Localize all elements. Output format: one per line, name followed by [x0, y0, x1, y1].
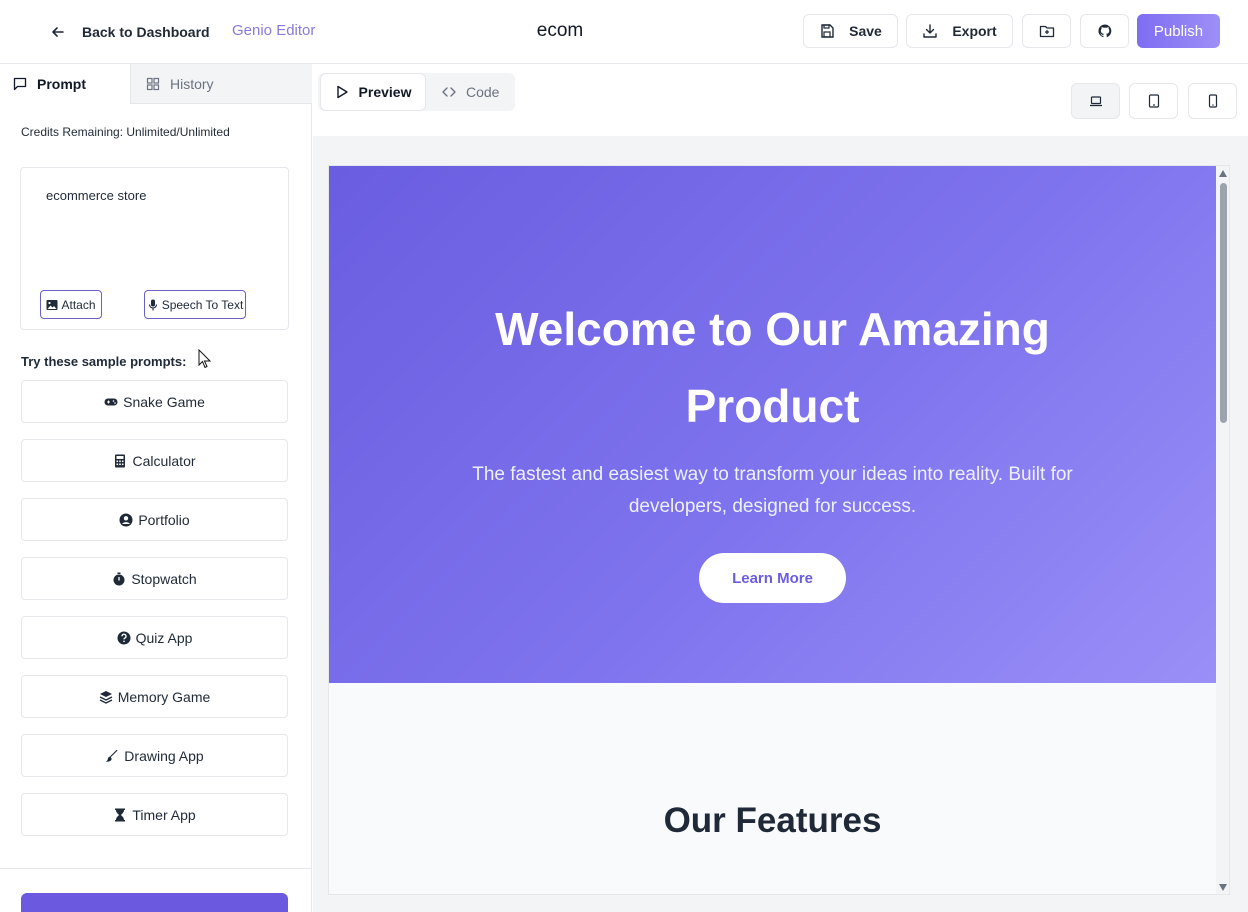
save-button[interactable]: Save: [803, 14, 898, 48]
publish-button[interactable]: Publish: [1137, 14, 1220, 48]
sample-stopwatch[interactable]: Stopwatch: [21, 557, 288, 600]
tab-prompt[interactable]: Prompt: [0, 64, 131, 104]
hourglass-icon: [115, 808, 126, 821]
play-icon: [336, 85, 348, 99]
sample-memory-game[interactable]: Memory Game: [21, 675, 288, 718]
device-tablet-button[interactable]: [1129, 83, 1178, 119]
laptop-icon: [1089, 96, 1102, 107]
attach-button[interactable]: Attach: [40, 290, 102, 319]
save-icon: [821, 24, 834, 38]
tab-prompt-label: Prompt: [37, 76, 86, 92]
tab-code[interactable]: Code: [442, 73, 499, 111]
export-label: Export: [952, 23, 997, 39]
sample-label: Snake Game: [123, 393, 205, 410]
mouse-cursor-icon: [198, 349, 212, 369]
scrollbar-thumb[interactable]: [1220, 183, 1227, 423]
learn-more-button[interactable]: Learn More: [699, 553, 846, 603]
main-panel: Preview Code Welcome to Our Amazing Prod…: [313, 64, 1248, 912]
layers-icon: [99, 690, 112, 704]
device-laptop-button[interactable]: [1071, 83, 1120, 119]
prompt-textarea[interactable]: ecommerce store Attach Speech To Text: [20, 167, 289, 330]
export-button[interactable]: Export: [906, 14, 1013, 48]
scroll-down-arrow-icon[interactable]: [1219, 884, 1227, 891]
sample-calculator[interactable]: Calculator: [21, 439, 288, 482]
back-label: Back to Dashboard: [82, 24, 210, 40]
view-tabs: Preview Code: [318, 73, 515, 111]
tablet-icon: [1148, 94, 1159, 108]
back-to-dashboard-link[interactable]: Back to Dashboard: [50, 21, 210, 43]
grid-icon: [146, 77, 160, 91]
left-sidebar: Prompt History Credits Remaining: Unlimi…: [0, 64, 312, 912]
project-name: ecom: [536, 20, 584, 41]
top-header: Back to Dashboard Genio Editor ecom Save…: [0, 0, 1248, 64]
preview-frame[interactable]: Welcome to Our Amazing Product The faste…: [328, 165, 1230, 895]
microphone-icon: [148, 299, 157, 310]
speech-label: Speech To Text: [161, 297, 244, 312]
sample-portfolio[interactable]: Portfolio: [21, 498, 288, 541]
image-icon: [46, 299, 58, 310]
credits-remaining: Credits Remaining: Unlimited/Unlimited: [21, 125, 230, 139]
tab-history[interactable]: History: [146, 64, 214, 104]
stopwatch-icon: [113, 572, 125, 585]
sample-label: Drawing App: [124, 747, 204, 764]
sample-timer-app[interactable]: Timer App: [21, 793, 288, 836]
samples-heading: Try these sample prompts:: [21, 354, 187, 369]
sidebar-tabs: Prompt History: [0, 64, 312, 104]
speech-to-text-button[interactable]: Speech To Text: [144, 290, 246, 319]
scroll-up-arrow-icon[interactable]: [1219, 170, 1227, 177]
brand-name: Genio Editor: [232, 22, 316, 39]
tab-code-label: Code: [466, 84, 500, 100]
sample-drawing-app[interactable]: Drawing App: [21, 734, 288, 777]
sample-label: Stopwatch: [131, 570, 197, 587]
hero-section: Welcome to Our Amazing Product The faste…: [329, 166, 1216, 683]
attach-label: Attach: [61, 297, 96, 312]
generate-button[interactable]: [21, 893, 288, 912]
github-icon: [1097, 24, 1111, 38]
download-icon: [923, 24, 938, 38]
sample-label: Memory Game: [117, 688, 211, 705]
question-circle-icon: [117, 631, 131, 644]
sample-quiz-app[interactable]: Quiz App: [21, 616, 288, 659]
tab-preview[interactable]: Preview: [320, 73, 426, 111]
phone-icon: [1208, 94, 1217, 108]
folder-upload-button[interactable]: [1022, 14, 1071, 48]
hero-title: Welcome to Our Amazing Product: [495, 303, 1050, 432]
sidebar-divider: [0, 868, 312, 869]
main-toolbar: Preview Code: [313, 64, 1248, 136]
prompt-text[interactable]: ecommerce store: [46, 188, 146, 203]
code-icon: [442, 87, 456, 97]
sample-label: Portfolio: [138, 511, 190, 528]
features-heading: Our Features: [663, 801, 882, 840]
gamepad-icon: [104, 398, 118, 405]
sample-snake-game[interactable]: Snake Game: [21, 380, 288, 423]
tab-history-label: History: [170, 76, 214, 92]
arrow-left-icon: [52, 27, 64, 37]
tab-preview-label: Preview: [358, 84, 412, 100]
preview-scrollbar[interactable]: [1216, 166, 1229, 894]
sample-label: Quiz App: [135, 629, 193, 646]
folder-plus-icon: [1039, 25, 1054, 38]
save-label: Save: [849, 23, 882, 39]
message-square-icon: [13, 77, 27, 91]
paintbrush-icon: [105, 749, 118, 762]
calculator-icon: [115, 454, 126, 467]
user-circle-icon: [119, 513, 133, 526]
device-phone-button[interactable]: [1188, 83, 1237, 119]
github-button[interactable]: [1080, 14, 1129, 48]
sample-label: Calculator: [132, 452, 196, 469]
hero-subtitle: The fastest and easiest way to transform…: [472, 464, 1073, 517]
sample-label: Timer App: [132, 806, 196, 823]
